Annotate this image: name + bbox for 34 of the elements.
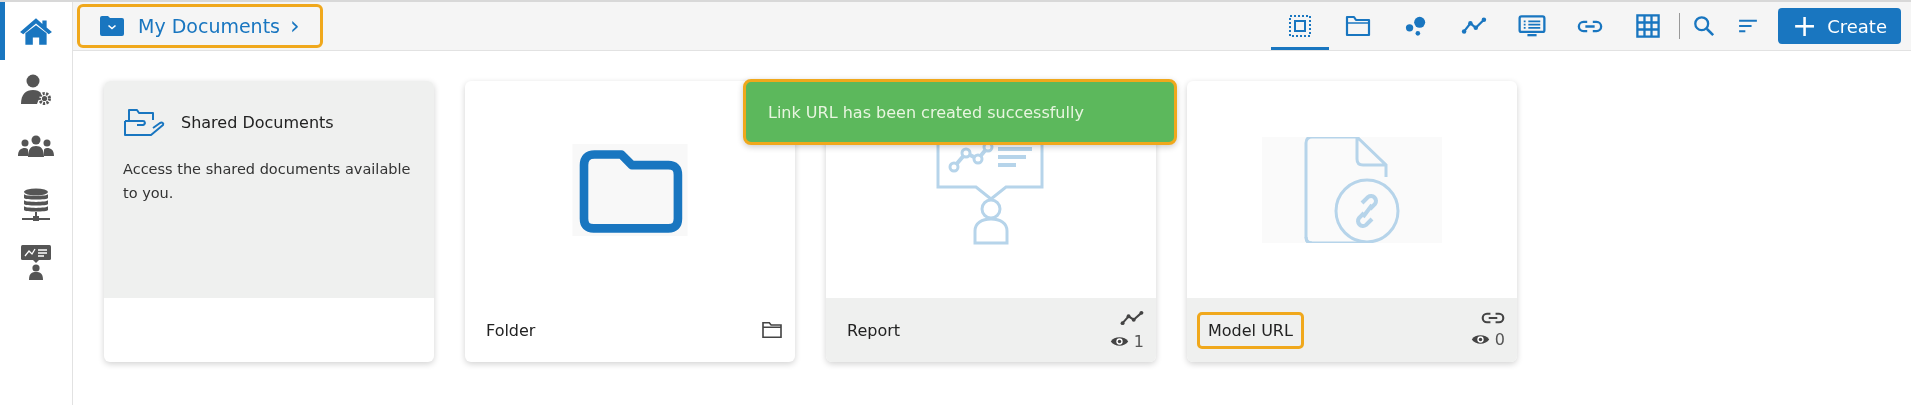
link-icon [1481,311,1505,324]
view-count: 1 [1133,331,1144,351]
success-toast: Link URL has been created successfully [743,79,1177,145]
eye-icon [1109,334,1129,348]
user-gear-icon [20,73,52,105]
screen-list-icon [1518,15,1547,37]
presenter-icon [21,245,51,281]
folder-icon [761,321,783,339]
database-network-icon [20,188,52,222]
card-description: Access the shared documents available to you. [123,160,412,203]
card-title: Folder [485,319,537,342]
link-icon [1577,19,1604,33]
sort-icon [1737,18,1760,34]
users-icon [18,135,54,159]
document-card[interactable]: Shared Documents Access the shared documents available to you. [104,81,434,362]
folder-icon [571,143,689,236]
folder-dropdown-icon [100,16,124,36]
line-chart-icon [1461,17,1488,35]
grid-icon [1636,14,1661,38]
shared-folder-icon [123,107,167,137]
search-icon [1693,15,1716,37]
home-icon [19,16,53,46]
breadcrumb-button[interactable]: My Documents › [77,4,323,48]
create-button[interactable]: + Create [1778,8,1901,44]
line-chart-icon [1120,309,1144,326]
card-title: Model URL [1197,311,1304,349]
view-count: 0 [1494,329,1505,349]
card-title: Report [846,319,902,342]
document-card[interactable]: Model URL 0 [1187,81,1517,362]
card-title: Shared Documents [181,112,334,132]
bubbles-icon [1405,15,1428,37]
select-frame-icon [1288,14,1313,38]
folder-icon [1345,15,1372,37]
eye-icon [1470,332,1490,346]
